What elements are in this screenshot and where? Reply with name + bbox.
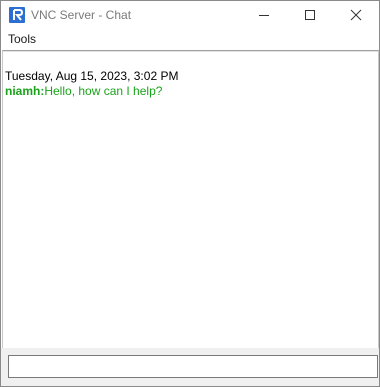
chat-log[interactable]: Tuesday, Aug 15, 2023, 3:02 PM niamh:Hel… [2,50,379,350]
close-button[interactable] [333,1,379,29]
chat-message: niamh:Hello, how can I help? [5,84,162,98]
chat-timestamp: Tuesday, Aug 15, 2023, 3:02 PM [5,69,179,83]
chat-window: VNC Server - Chat Tools Tuesday, Aug 15,… [0,0,380,387]
vnc-logo-icon [9,7,25,23]
window-title: VNC Server - Chat [31,8,132,22]
chat-message-text: Hello, how can I help? [44,84,163,98]
title-bar[interactable]: VNC Server - Chat [1,1,379,29]
minimize-button[interactable] [241,1,287,29]
input-panel [1,348,379,386]
minimize-icon [259,15,269,16]
close-icon [350,9,362,21]
maximize-icon [305,10,315,20]
message-input[interactable] [8,355,378,378]
menu-bar: Tools [1,30,379,49]
menu-item-tools[interactable]: Tools [8,32,36,47]
chat-sender: niamh: [5,84,45,98]
maximize-button[interactable] [287,1,333,29]
